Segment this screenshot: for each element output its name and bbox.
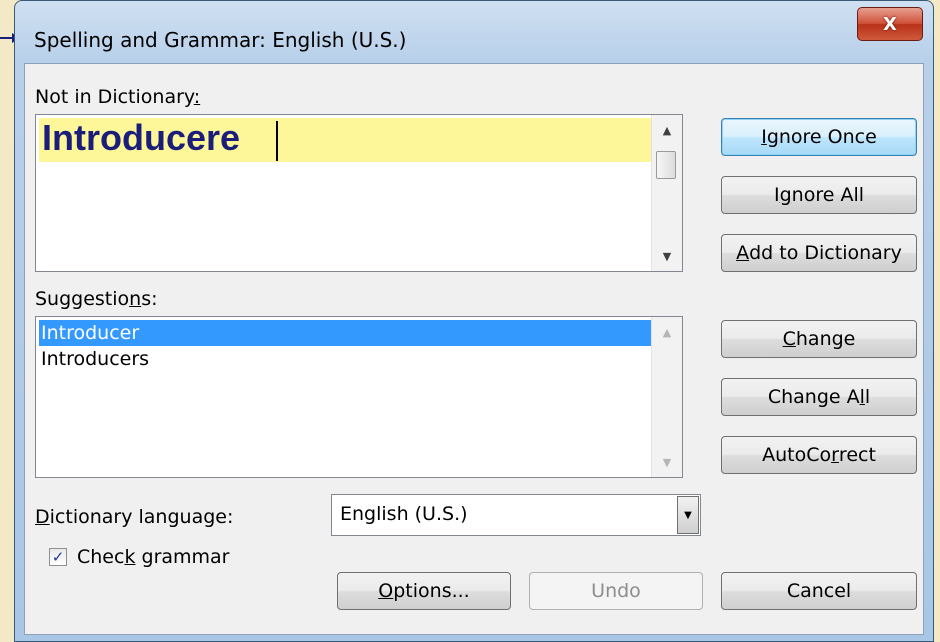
dialog-body: Not in Dictionary: Introducere ▲ ▼ Ignor… xyxy=(24,63,924,635)
autocorrect-button[interactable]: AutoCo r rect xyxy=(721,436,917,474)
ignore-once-button[interactable]: Ignore Once xyxy=(721,118,917,156)
close-icon: X xyxy=(883,13,897,35)
misspelled-word: Introducere xyxy=(42,117,241,158)
scroll-down-arrow-icon[interactable]: ▼ xyxy=(652,245,682,267)
check-grammar-label[interactable]: Check grammar xyxy=(77,546,230,568)
suggestion-item[interactable]: Introducer xyxy=(39,320,654,346)
not-in-dictionary-label: Not in Dictionary: xyxy=(35,86,201,108)
check-grammar-checkbox[interactable]: ✓ xyxy=(49,548,67,566)
scroll-up-arrow-icon[interactable]: ▲ xyxy=(652,321,682,343)
not-in-dictionary-textbox[interactable]: Introducere ▲ ▼ xyxy=(35,114,683,272)
dictionary-language-label: Dictionary language: xyxy=(35,506,234,528)
change-button[interactable]: Change xyxy=(721,320,917,358)
title-bar[interactable]: Spelling and Grammar: English (U.S.) X xyxy=(15,1,933,63)
suggestion-item[interactable]: Introducers xyxy=(39,346,654,372)
undo-button[interactable]: Undo xyxy=(529,572,703,610)
change-all-button[interactable]: Change All xyxy=(721,378,917,416)
cancel-button[interactable]: Cancel xyxy=(721,572,917,610)
add-to-dictionary-button[interactable]: Add to Dictionary xyxy=(721,234,917,272)
options-button[interactable]: Options... xyxy=(337,572,511,610)
ignore-all-button[interactable]: Ig nore All xyxy=(721,176,917,214)
dialog-title: Spelling and Grammar: English (U.S.) xyxy=(34,28,407,52)
suggestions-list[interactable]: Introducer Introducers ▲ ▼ xyxy=(35,316,683,478)
scroll-up-arrow-icon[interactable]: ▲ xyxy=(652,119,682,141)
scroll-thumb[interactable] xyxy=(656,151,676,179)
suggestions-label: Suggestions: xyxy=(35,288,158,310)
text-caret xyxy=(276,121,278,161)
suggestions-scrollbar[interactable]: ▲ ▼ xyxy=(651,317,682,477)
close-button[interactable]: X xyxy=(857,7,923,41)
checkmark-icon: ✓ xyxy=(51,548,65,566)
scroll-down-arrow-icon[interactable]: ▼ xyxy=(652,451,682,473)
spelling-grammar-dialog: Spelling and Grammar: English (U.S.) X N… xyxy=(14,0,934,642)
not-in-dictionary-scrollbar[interactable]: ▲ ▼ xyxy=(651,115,682,271)
chevron-down-icon[interactable]: ▼ xyxy=(677,496,699,534)
dictionary-language-value: English (U.S.) xyxy=(340,503,468,525)
dictionary-language-select[interactable]: English (U.S.) ▼ xyxy=(331,494,701,536)
